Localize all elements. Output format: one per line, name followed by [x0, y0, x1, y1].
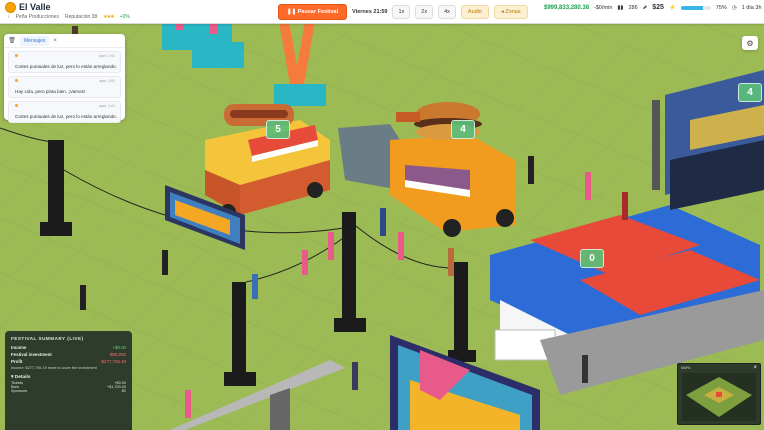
profit-label: Profit [11, 359, 23, 364]
stall-count-badge-burger[interactable]: 4 [451, 120, 475, 139]
summary-title: FESTIVAL SUMMARY (LIVE) [11, 336, 84, 341]
cash-value: $999,833,280.38 [544, 4, 590, 11]
producer-icon: ⁝ [8, 14, 10, 20]
energy-icon: ⚡ [668, 4, 676, 11]
zones-button[interactable]: ◂ Zonas [494, 5, 528, 19]
pause-icon: ❚❚ [287, 9, 298, 15]
close-icon[interactable]: × [753, 365, 757, 371]
producer-line: ⁝ Peña Producciones Reputación 38 ★★★ +0… [8, 14, 130, 20]
speed-4x-button[interactable]: 4x [438, 5, 456, 19]
producer-name: Peña Producciones [15, 14, 59, 20]
festival-summary-panel: FESTIVAL SUMMARY (LIVE) Income +$0.00 Fe… [5, 331, 132, 430]
minimap-title: MAPA [681, 366, 691, 370]
investment-value: -$80,000 [108, 352, 126, 357]
speed-1x-button[interactable]: 1x [392, 5, 411, 19]
message-item[interactable]: ayer, 1:01 Cortes puntuales de luz, pero… [8, 51, 121, 73]
tab-messages[interactable]: Mensajes [20, 35, 50, 46]
guests-value: 286 [628, 4, 638, 11]
stall-count-badge-tent[interactable]: 0 [580, 249, 604, 268]
message-item[interactable]: ayer, 1:01 Cortes puntuales de luz, pero… [8, 101, 121, 123]
message-text: Cortes puntuales de luz, pero lo están a… [15, 114, 117, 119]
messages-panel: 🗑 Mensajes × ayer, 1:01 Cortes puntuales… [4, 34, 125, 123]
energy-bar [680, 5, 711, 10]
day-clock: Viernes 21:59 [352, 9, 388, 15]
message-dot-icon [15, 54, 18, 57]
energy-percent: 75% [715, 4, 727, 11]
rate-value: -$0/min [594, 4, 613, 11]
minimap-view[interactable] [682, 373, 756, 421]
guests-icon: ▮▮ [617, 4, 624, 11]
pause-festival-button[interactable]: ❚❚ Pausar Festival [278, 4, 348, 20]
reputation-stars: ★★★ [103, 14, 114, 20]
profit-value: -$277,706.19 [100, 359, 126, 364]
close-icon[interactable]: × [53, 38, 57, 44]
trend-value: +0% [119, 14, 130, 20]
speed-2x-button[interactable]: 2x [415, 5, 434, 19]
top-bar: El Valle ⁝ Peña Producciones Reputación … [0, 0, 764, 24]
message-dot-icon [15, 104, 18, 107]
festival-name: El Valle [19, 2, 51, 12]
brand: El Valle [6, 2, 51, 12]
summary-profit-row: Profit -$277,706.19 [5, 358, 132, 365]
audio-button[interactable]: Audio [460, 5, 489, 19]
clock-icon: ◷ [731, 4, 737, 11]
detail-row: Sponsors $0 [11, 389, 126, 393]
minimap[interactable]: MAPA × [677, 363, 761, 425]
message-item[interactable]: ayer, 1:01 Hay cola, pero pinta bien. ¡V… [8, 76, 121, 98]
stall-count-badge-drinks[interactable]: 4 [738, 83, 762, 102]
message-text: Hay cola, pero pinta bien. ¡Vamos! [15, 89, 86, 94]
summary-income-row: Income +$0.00 [5, 344, 132, 351]
income-value: +$0.00 [112, 345, 126, 350]
stall-count-badge-hotdog[interactable]: 5 [266, 120, 290, 139]
income-label: Income [11, 345, 27, 350]
messages-tabbar: 🗑 Mensajes × [4, 34, 125, 48]
energy-bar-fill [680, 5, 704, 10]
time-left: 1 día 3h [741, 4, 762, 11]
message-time: ayer, 1:01 [99, 104, 115, 108]
investment-label: Festival investment [11, 352, 52, 357]
details-toggle[interactable]: ▾ Details [5, 371, 132, 381]
time-controls: ❚❚ Pausar Festival Viernes 21:59 1x 2x 4… [278, 4, 528, 20]
sun-icon [6, 2, 15, 12]
message-text: Cortes puntuales de luz, pero lo están a… [15, 64, 117, 69]
trend-arrow-icon: ⬈ [642, 4, 648, 11]
trash-icon[interactable]: 🗑 [8, 37, 16, 45]
coins-value: $25 [652, 4, 664, 11]
reputation-label: Reputación 38 [64, 14, 98, 20]
resource-stats: $999,833,280.38 -$0/min ▮▮ 286 ⬈ $25 ⚡ 7… [544, 4, 762, 11]
summary-investment-row: Festival investment -$80,000 [5, 351, 132, 358]
message-dot-icon [15, 79, 18, 82]
message-time: ayer, 1:01 [99, 54, 115, 58]
message-time: ayer, 1:01 [99, 79, 115, 83]
settings-gear-icon[interactable]: ⚙ [742, 36, 758, 50]
